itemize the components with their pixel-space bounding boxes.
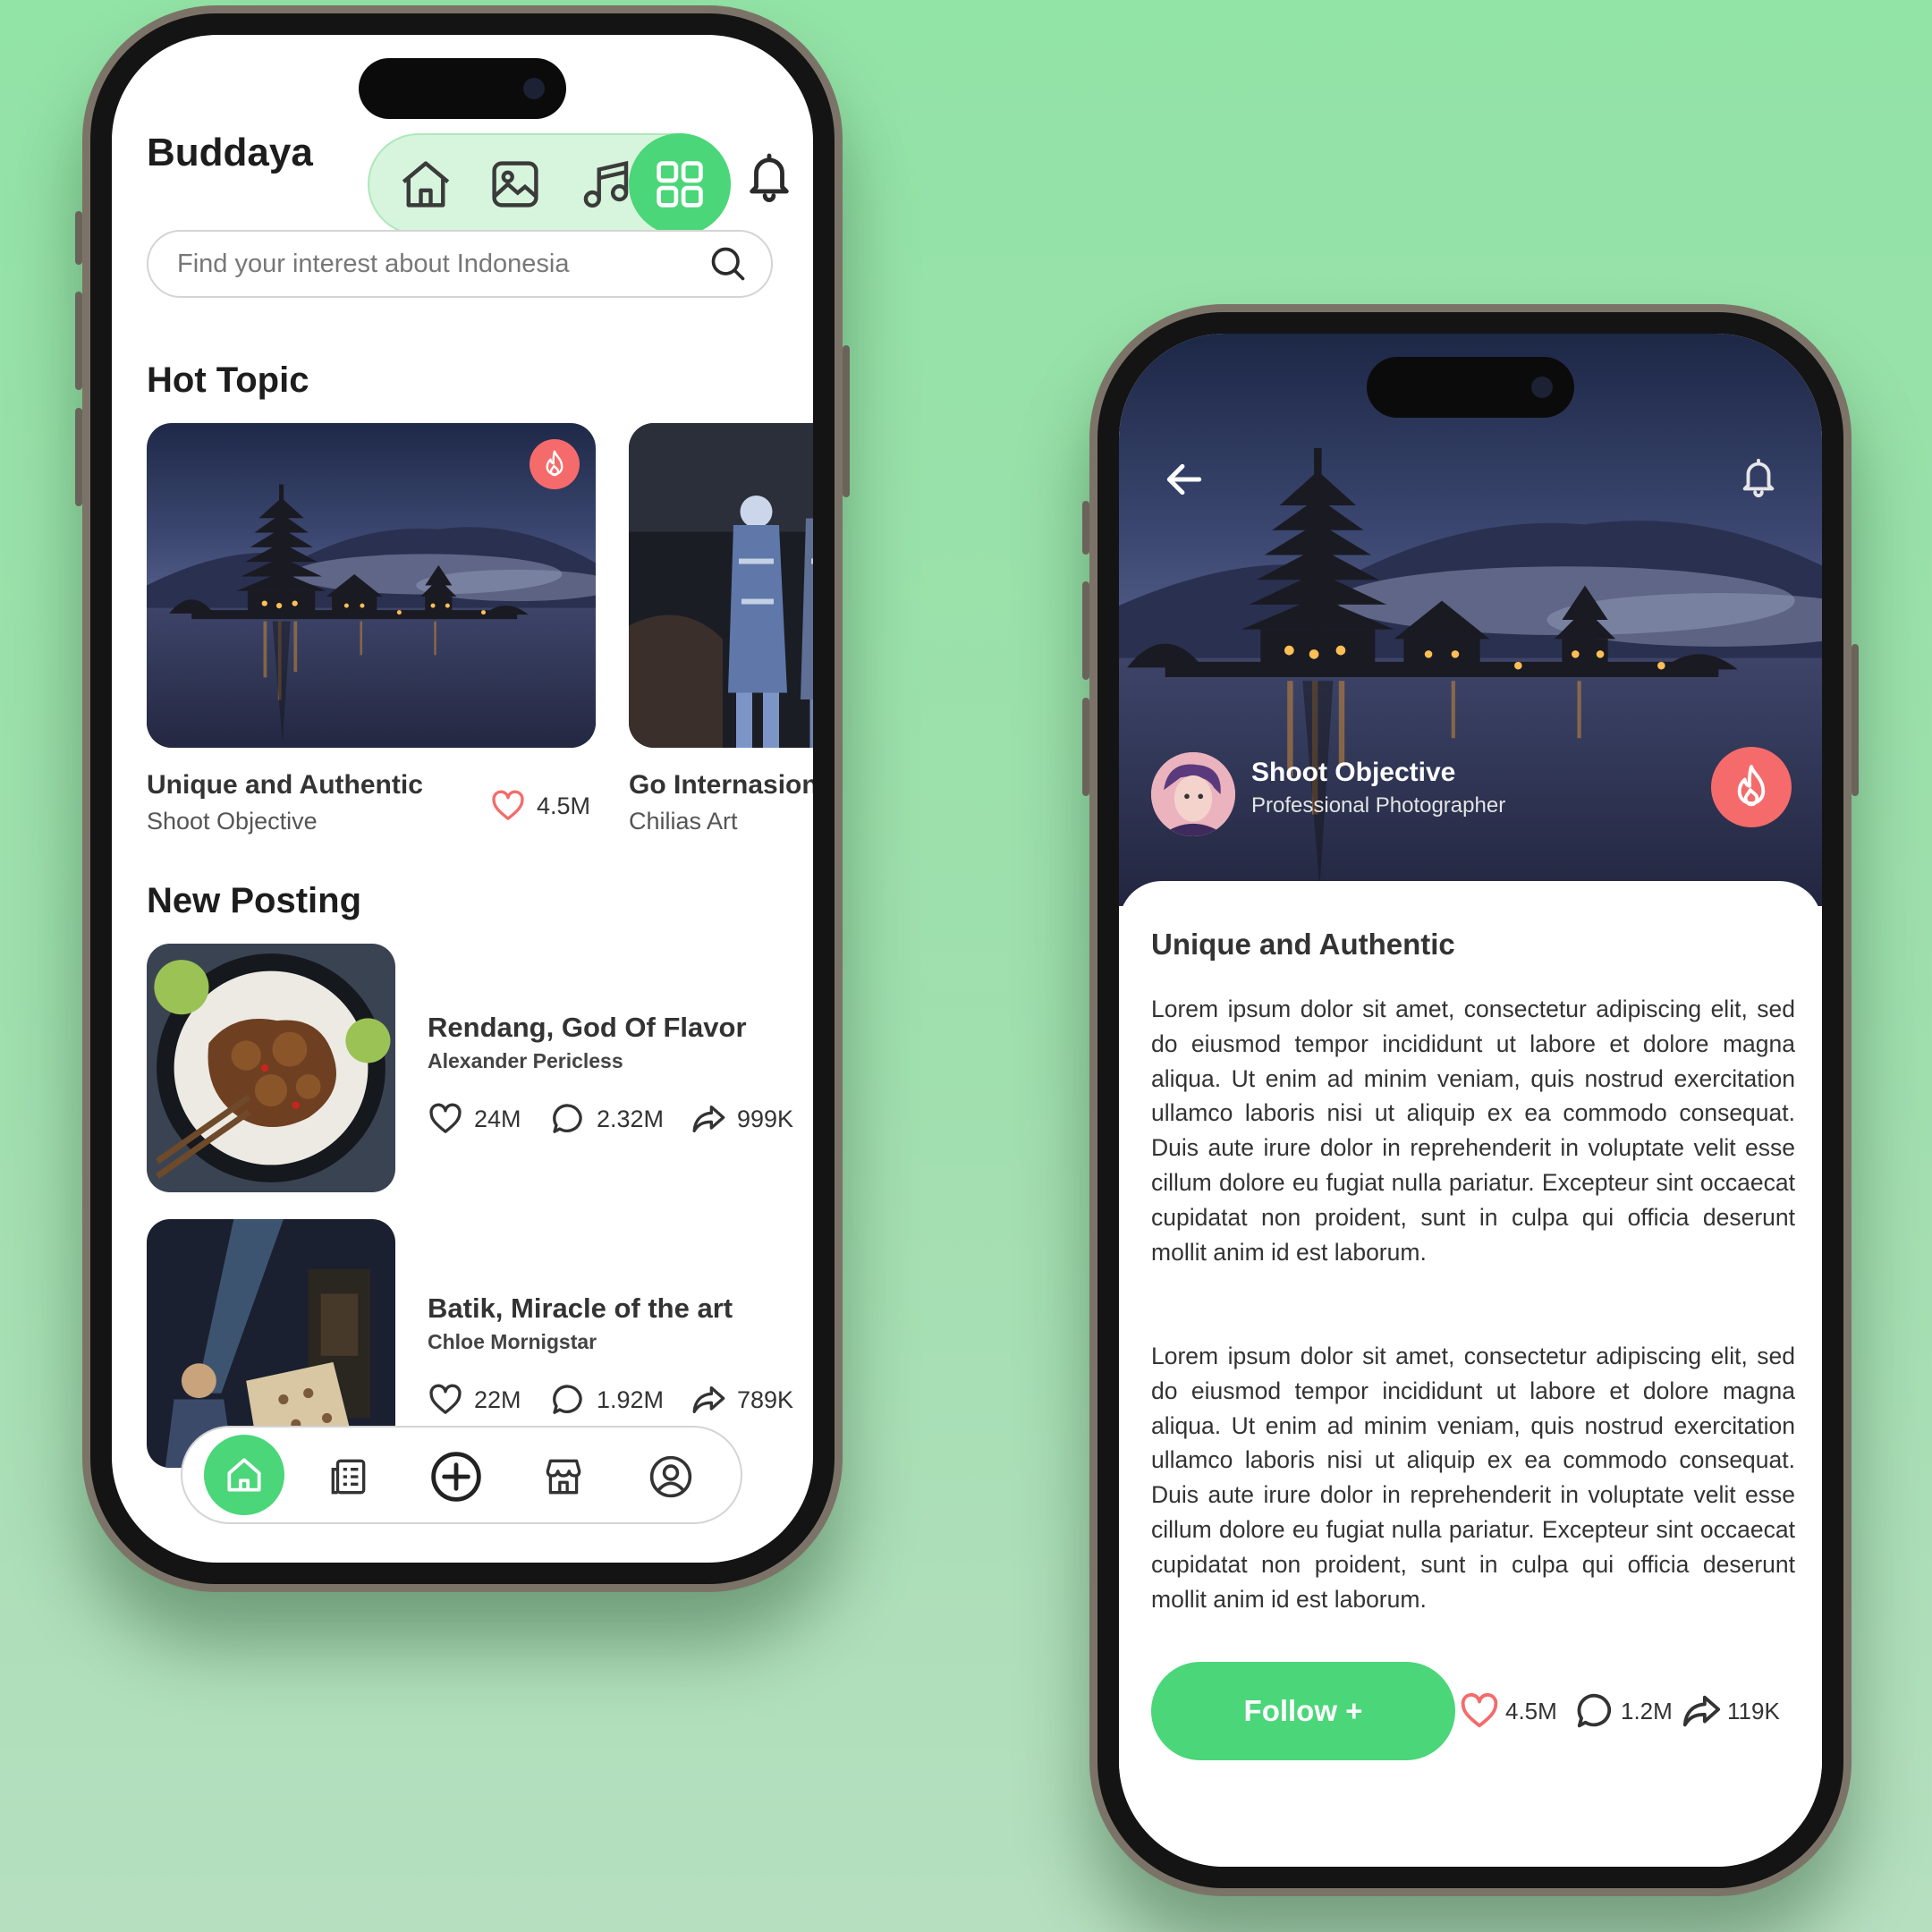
hot-topic-heading: Hot Topic (147, 360, 309, 400)
post-comments[interactable]: 2.32M (550, 1101, 664, 1137)
share-icon (691, 1101, 726, 1137)
store-icon[interactable] (526, 1439, 601, 1514)
post-shares[interactable]: 999K (691, 1101, 793, 1137)
comment-icon (1574, 1690, 1615, 1732)
search-bar (147, 230, 773, 298)
like-count[interactable]: 4.5M (1459, 1690, 1557, 1732)
post-comments[interactable]: 1.92M (550, 1382, 664, 1418)
article-paragraph: Lorem ipsum dolor sit amet, consectetur … (1151, 996, 1795, 1266)
bottom-tab-bar (181, 1426, 742, 1524)
dynamic-island (359, 58, 566, 119)
back-arrow-icon[interactable] (1162, 457, 1207, 502)
hot-topic-likes[interactable]: 4.5M (490, 788, 590, 824)
detail-screen: Shoot Objective Professional Photographe… (1119, 334, 1822, 1867)
share-count[interactable]: 119K (1681, 1690, 1780, 1732)
author-name[interactable]: Shoot Objective (1251, 758, 1455, 788)
hot-topic-author: Chilias Art (629, 808, 738, 835)
add-icon[interactable] (419, 1439, 494, 1514)
heart-icon (490, 788, 526, 824)
phone-home: Buddaya Find your interest about Indones… (75, 5, 850, 1592)
post-title[interactable]: Batik, Miracle of the art (428, 1292, 733, 1325)
home-screen: Buddaya Find your interest about Indones… (112, 35, 813, 1563)
article-title: Unique and Authentic (1151, 928, 1455, 961)
category-nav (368, 133, 731, 235)
comment-count[interactable]: 1.2M (1574, 1690, 1673, 1732)
search-icon[interactable] (708, 244, 748, 284)
dynamic-island (1367, 357, 1574, 418)
search-input[interactable] (177, 242, 696, 285)
post-title[interactable]: Rendang, God Of Flavor (428, 1012, 747, 1044)
app-brand: Buddaya (147, 131, 313, 174)
share-icon (1681, 1690, 1722, 1732)
heart-icon (428, 1101, 463, 1137)
post-shares[interactable]: 789K (691, 1382, 793, 1418)
hot-topic-card-image[interactable] (147, 423, 596, 748)
new-posting-heading: New Posting (147, 881, 362, 920)
post-likes[interactable]: 22M (428, 1382, 521, 1418)
music-icon[interactable] (577, 155, 636, 214)
post-image[interactable] (147, 944, 395, 1192)
share-icon (691, 1382, 726, 1418)
bell-icon[interactable] (1738, 452, 1779, 502)
avatar[interactable] (1151, 752, 1235, 836)
phone-detail: Shoot Objective Professional Photographe… (1082, 304, 1859, 1896)
news-icon[interactable] (311, 1439, 386, 1514)
author-role: Professional Photographer (1251, 793, 1506, 818)
post-likes[interactable]: 24M (428, 1101, 521, 1137)
hot-topic-title: Unique and Authentic (147, 770, 423, 800)
home-icon[interactable] (396, 155, 455, 214)
home-icon[interactable] (204, 1435, 284, 1515)
post-author: Chloe Mornigstar (428, 1330, 597, 1353)
profile-icon[interactable] (633, 1439, 708, 1514)
comment-icon (550, 1101, 586, 1137)
comment-icon (550, 1382, 586, 1418)
post-author: Alexander Pericless (428, 1049, 623, 1072)
follow-button[interactable]: Follow + (1151, 1662, 1455, 1760)
image-icon[interactable] (486, 155, 545, 214)
hot-topic-card-image[interactable] (629, 423, 813, 748)
fire-icon (530, 439, 580, 489)
grid-icon[interactable] (629, 133, 731, 235)
article-paragraph: Lorem ipsum dolor sit amet, consectetur … (1151, 1343, 1795, 1613)
bell-icon[interactable] (743, 147, 795, 206)
hot-topic-title: Go Internasional (629, 770, 813, 800)
heart-icon (428, 1382, 463, 1418)
hot-topic-author: Shoot Objective (147, 808, 318, 835)
heart-icon (1459, 1690, 1500, 1732)
fire-icon[interactable] (1711, 747, 1792, 827)
